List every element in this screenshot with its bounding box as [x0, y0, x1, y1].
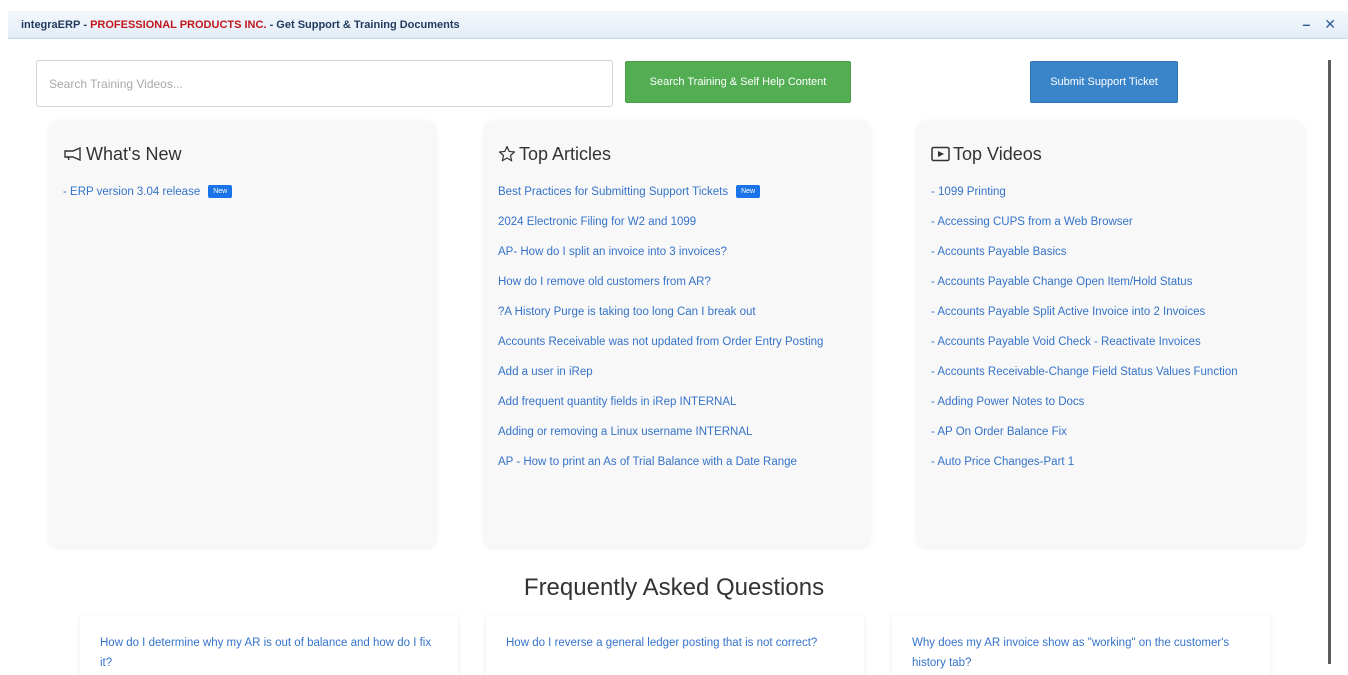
article-link[interactable]: AP- How do I split an invoice into 3 inv…	[498, 242, 856, 262]
top-videos-heading: Top Videos	[931, 141, 1290, 167]
video-link[interactable]: - Adding Power Notes to Docs	[931, 392, 1290, 412]
new-badge: New	[736, 185, 761, 199]
video-link-label[interactable]: - Accounts Payable Change Open Item/Hold…	[931, 276, 1192, 288]
article-link-label[interactable]: Adding or removing a Linux username INTE…	[498, 426, 752, 438]
article-link[interactable]: Add a user in iRep	[498, 362, 856, 382]
close-icon[interactable]: ✕	[1324, 16, 1336, 33]
video-link[interactable]: - Accounts Payable Basics	[931, 242, 1290, 262]
whats-new-list: - ERP version 3.04 release New	[63, 182, 422, 202]
video-link-label[interactable]: - 1099 Printing	[931, 186, 1006, 198]
top-articles-heading: Top Articles	[498, 141, 856, 167]
faq-card[interactable]: Why does my AR invoice show as "working"…	[892, 615, 1270, 675]
whats-new-title: What's New	[86, 143, 182, 164]
window-titlebar: integraERP - PROFESSIONAL PRODUCTS INC. …	[8, 11, 1348, 39]
top-videos-card: Top Videos - 1099 Printing - Accessing CU…	[917, 121, 1304, 547]
faq-card[interactable]: How do I reverse a general ledger postin…	[486, 615, 864, 675]
faq-heading: Frequently Asked Questions	[523, 574, 825, 601]
video-link-label[interactable]: - Accounts Receivable-Change Field Statu…	[931, 366, 1238, 378]
app-name: integraERP	[21, 18, 81, 31]
whats-new-item-label[interactable]: - ERP version 3.04 release	[63, 186, 200, 198]
video-link-label[interactable]: - Accounts Payable Void Check - Reactiva…	[931, 336, 1201, 348]
top-videos-list: - 1099 Printing - Accessing CUPS from a W…	[931, 182, 1290, 472]
video-link-label[interactable]: - Accounts Payable Split Active Invoice …	[931, 306, 1205, 318]
submit-support-ticket-button[interactable]: Submit Support Ticket	[1030, 61, 1178, 103]
whats-new-card: What's New - ERP version 3.04 release New	[49, 121, 436, 547]
faq-question[interactable]: Why does my AR invoice show as "working"…	[912, 637, 1229, 669]
article-link[interactable]: Best Practices for Submitting Support Ti…	[498, 182, 856, 202]
video-link-label[interactable]: - Auto Price Changes-Part 1	[931, 456, 1074, 468]
video-link[interactable]: - Accessing CUPS from a Web Browser	[931, 212, 1290, 232]
top-videos-title: Top Videos	[953, 143, 1042, 164]
article-link[interactable]: Adding or removing a Linux username INTE…	[498, 422, 856, 442]
video-link[interactable]: - AP On Order Balance Fix	[931, 422, 1290, 442]
company-name: PROFESSIONAL PRODUCTS INC.	[90, 18, 267, 31]
video-link[interactable]: - 1099 Printing	[931, 182, 1290, 202]
whats-new-heading: What's New	[63, 141, 422, 167]
article-link-label[interactable]: Best Practices for Submitting Support Ti…	[498, 186, 728, 198]
video-link[interactable]: - Accounts Receivable-Change Field Statu…	[931, 362, 1290, 382]
faq-question[interactable]: How do I reverse a general ledger postin…	[506, 637, 817, 649]
article-link[interactable]: How do I remove old customers from AR?	[498, 272, 856, 292]
article-link-label[interactable]: ?A History Purge is taking too long Can …	[498, 306, 756, 318]
article-link[interactable]: ?A History Purge is taking too long Can …	[498, 302, 856, 322]
video-link-label[interactable]: - Accessing CUPS from a Web Browser	[931, 216, 1133, 228]
video-link[interactable]: - Auto Price Changes-Part 1	[931, 452, 1290, 472]
article-link-label[interactable]: AP - How to print an As of Trial Balance…	[498, 456, 797, 468]
top-articles-title: Top Articles	[519, 143, 612, 164]
video-link-label[interactable]: - Accounts Payable Basics	[931, 246, 1067, 258]
top-articles-card: Top Articles Best Practices for Submitti…	[484, 121, 870, 547]
article-link-label[interactable]: Add frequent quantity fields in iRep INT…	[498, 396, 736, 408]
video-icon	[931, 146, 950, 162]
star-icon	[498, 145, 516, 163]
faq-question[interactable]: How do I determine why my AR is out of b…	[100, 637, 431, 669]
title-separator: -	[266, 18, 277, 31]
article-link-label[interactable]: AP- How do I split an invoice into 3 inv…	[498, 246, 727, 258]
top-articles-list: Best Practices for Submitting Support Ti…	[498, 182, 856, 472]
article-link[interactable]: 2024 Electronic Filing for W2 and 1099	[498, 212, 856, 232]
window-controls: – ✕	[1302, 16, 1336, 33]
megaphone-icon	[63, 147, 83, 161]
article-link[interactable]: Add frequent quantity fields in iRep INT…	[498, 392, 856, 412]
article-link-label[interactable]: 2024 Electronic Filing for W2 and 1099	[498, 216, 696, 228]
page-title: Get Support & Training Documents	[276, 18, 460, 31]
video-link[interactable]: - Accounts Payable Split Active Invoice …	[931, 302, 1290, 322]
whats-new-item[interactable]: - ERP version 3.04 release New	[63, 182, 422, 202]
article-link-label[interactable]: Add a user in iRep	[498, 366, 593, 378]
new-badge: New	[208, 185, 233, 199]
search-input[interactable]	[36, 60, 613, 107]
article-link[interactable]: AP - How to print an As of Trial Balance…	[498, 452, 856, 472]
video-link-label[interactable]: - AP On Order Balance Fix	[931, 426, 1067, 438]
video-link[interactable]: - Accounts Payable Change Open Item/Hold…	[931, 272, 1290, 292]
article-link-label[interactable]: Accounts Receivable was not updated from…	[498, 336, 823, 348]
article-link[interactable]: Accounts Receivable was not updated from…	[498, 332, 856, 352]
video-link-label[interactable]: - Adding Power Notes to Docs	[931, 396, 1084, 408]
video-link[interactable]: - Accounts Payable Void Check - Reactiva…	[931, 332, 1290, 352]
faq-card[interactable]: How do I determine why my AR is out of b…	[80, 615, 458, 675]
article-link-label[interactable]: How do I remove old customers from AR?	[498, 276, 711, 288]
search-button[interactable]: Search Training & Self Help Content	[625, 61, 851, 103]
title-separator: -	[80, 18, 91, 31]
minimize-icon[interactable]: –	[1302, 16, 1310, 33]
